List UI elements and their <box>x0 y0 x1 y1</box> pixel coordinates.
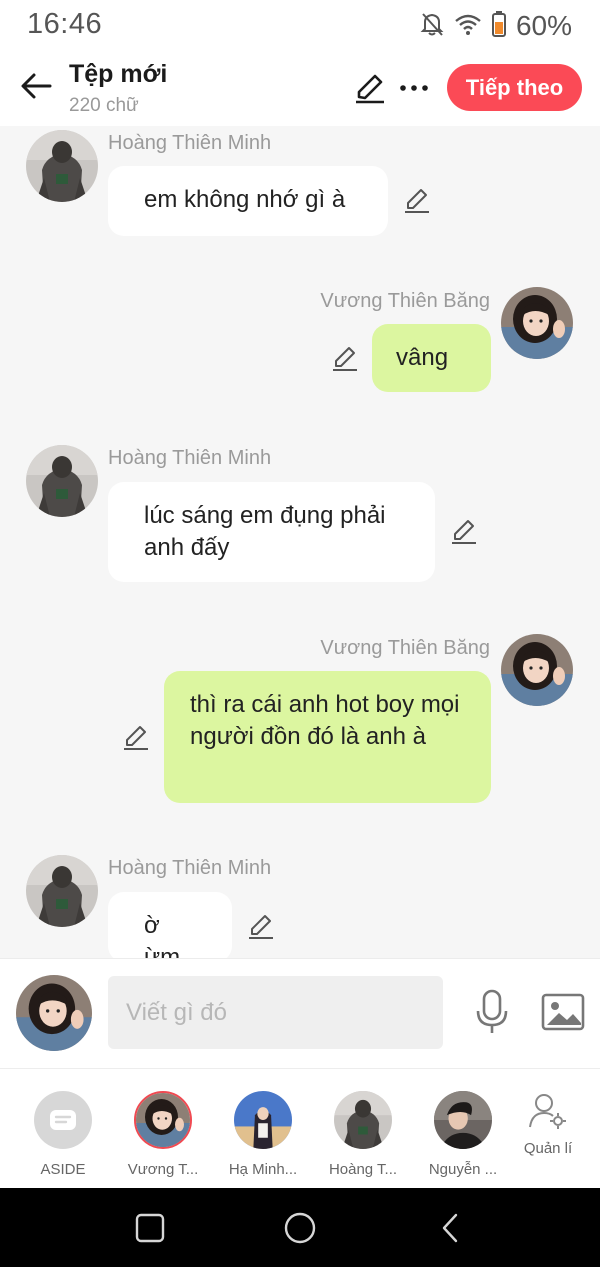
battery-percent: 60% <box>515 10 572 41</box>
manage-characters-button[interactable]: Quản lí <box>513 1091 583 1157</box>
sender-name: Hoàng Thiên Minh <box>108 447 272 469</box>
next-button[interactable]: Tiếp theo <box>447 64 582 111</box>
header: Tệp mới 220 chữ Tiếp theo <box>0 52 600 126</box>
character-avatar <box>334 1091 392 1149</box>
edit-message-icon[interactable] <box>402 186 432 216</box>
character-avatar <box>234 1091 292 1149</box>
character-avatar <box>434 1091 492 1149</box>
more-dots-icon <box>400 85 428 91</box>
chat-area[interactable]: Hoàng Thiên Minh em không nhớ gì à Vương… <box>0 126 600 958</box>
sender-name: Hoàng Thiên Minh <box>108 857 272 879</box>
message-bubble[interactable]: lúc sáng em đụng phải anh đấy <box>108 482 435 582</box>
microphone-icon <box>476 989 508 1033</box>
composer <box>0 958 600 1068</box>
mute-bell-icon <box>420 11 444 42</box>
character-avatar <box>134 1091 192 1149</box>
character-nguyen[interactable]: Nguyễn ... <box>413 1091 513 1178</box>
message-input[interactable] <box>108 976 443 1049</box>
microphone-button[interactable] <box>472 989 512 1035</box>
recent-apps-button[interactable] <box>134 1212 166 1244</box>
edit-message-icon[interactable] <box>246 912 276 942</box>
character-bar: ASIDE Vương T... Hạ Minh... Hoàng T... N… <box>0 1068 600 1188</box>
status-icons: 60% <box>420 9 572 43</box>
status-bar: 16:46 60% <box>0 0 600 52</box>
navigation-bar <box>0 1188 600 1267</box>
word-count: 220 chữ <box>69 95 139 116</box>
status-time: 16:46 <box>27 8 103 40</box>
square-icon <box>135 1213 165 1243</box>
user-settings-icon <box>529 1094 566 1129</box>
edit-message-icon[interactable] <box>330 344 360 374</box>
sender-name: Vương Thiên Băng <box>320 637 490 659</box>
image-icon <box>541 993 585 1031</box>
character-ha-minh[interactable]: Hạ Minh... <box>213 1091 313 1178</box>
character-vuong[interactable]: Vương T... <box>113 1091 213 1178</box>
sender-name: Vương Thiên Băng <box>320 290 490 312</box>
message-bubble[interactable]: vâng <box>372 324 491 392</box>
wifi-icon <box>454 12 482 41</box>
sender-avatar[interactable] <box>501 287 573 359</box>
character-label: Hoàng T... <box>328 1161 398 1178</box>
edit-message-icon[interactable] <box>121 723 151 753</box>
character-label: Vương T... <box>127 1161 199 1178</box>
aside-icon <box>34 1091 92 1149</box>
sender-avatar[interactable] <box>26 445 98 517</box>
sender-avatar[interactable] <box>26 130 98 202</box>
more-options-button[interactable] <box>396 70 432 106</box>
edit-title-button[interactable] <box>352 70 388 106</box>
character-label: ASIDE <box>40 1161 86 1178</box>
circle-icon <box>284 1212 316 1244</box>
manage-label: Quản lí <box>523 1140 573 1157</box>
character-aside[interactable]: ASIDE <box>13 1091 113 1178</box>
edit-message-icon[interactable] <box>449 517 479 547</box>
character-label: Nguyễn ... <box>428 1161 498 1178</box>
back-nav-button[interactable] <box>436 1212 468 1244</box>
message-bubble[interactable]: thì ra cái anh hot boy mọi người đồn đó … <box>164 671 491 803</box>
sender-name: Hoàng Thiên Minh <box>108 132 272 154</box>
sender-avatar[interactable] <box>26 855 98 927</box>
back-button[interactable] <box>16 66 56 106</box>
page-title: Tệp mới <box>69 60 168 88</box>
pencil-icon <box>356 74 384 104</box>
back-arrow-icon <box>21 73 52 99</box>
message-bubble[interactable]: em không nhớ gì à <box>108 166 388 236</box>
home-button[interactable] <box>283 1211 317 1245</box>
battery-icon <box>491 10 506 42</box>
character-hoang[interactable]: Hoàng T... <box>313 1091 413 1178</box>
character-label: Hạ Minh... <box>228 1161 298 1178</box>
image-button[interactable] <box>541 993 585 1031</box>
message-bubble[interactable]: ờ ừm <box>108 892 232 958</box>
chevron-left-icon <box>442 1213 458 1243</box>
current-character-avatar[interactable] <box>16 975 92 1051</box>
sender-avatar[interactable] <box>501 634 573 706</box>
